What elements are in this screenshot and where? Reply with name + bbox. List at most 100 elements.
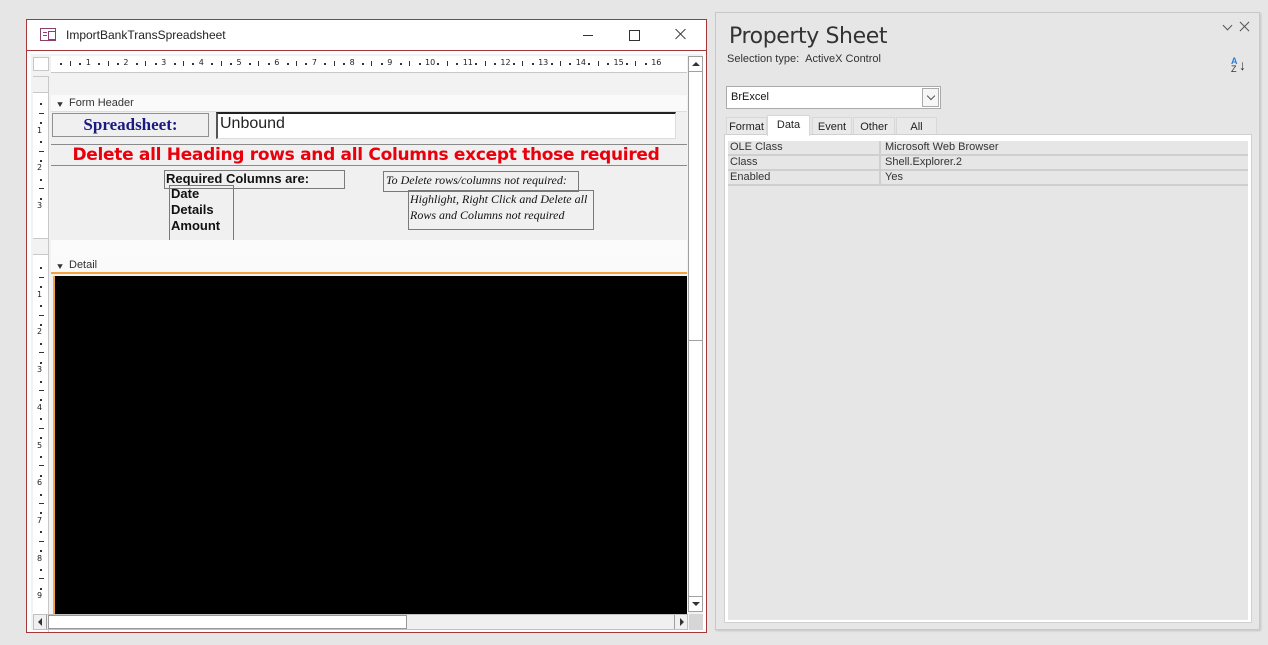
detail-selector[interactable] bbox=[33, 238, 48, 255]
ruler-tick bbox=[39, 503, 44, 505]
scroll-up-arrow-icon[interactable] bbox=[689, 57, 702, 72]
selection-type-label: Selection type: bbox=[727, 53, 800, 65]
sort-az-icon[interactable]: A Z ↓ bbox=[1230, 56, 1250, 76]
ruler-tick bbox=[371, 61, 373, 66]
object-selector-dropdown[interactable]: BrExcel bbox=[726, 86, 941, 109]
horizontal-scrollbar[interactable] bbox=[33, 614, 688, 630]
instructions-label[interactable]: Highlight, Right Click and Delete all Ro… bbox=[408, 190, 594, 230]
scroll-right-arrow-icon[interactable] bbox=[674, 615, 687, 629]
property-value[interactable]: Yes bbox=[883, 171, 1248, 184]
ruler-tick bbox=[418, 63, 421, 65]
ruler-tick bbox=[220, 61, 222, 66]
property-row[interactable]: Enabled Yes bbox=[728, 171, 1248, 186]
ruler-tick bbox=[531, 63, 534, 65]
ruler-tick bbox=[569, 63, 572, 65]
to-delete-label[interactable]: To Delete rows/columns not required: bbox=[383, 171, 579, 192]
vertical-scrollbar[interactable] bbox=[688, 56, 703, 612]
maximize-button[interactable] bbox=[614, 23, 654, 47]
property-value[interactable]: Shell.Explorer.2 bbox=[883, 156, 1248, 169]
ruler-tick bbox=[211, 63, 214, 65]
header-bottom-area bbox=[51, 240, 687, 257]
property-name: Class bbox=[728, 156, 881, 169]
ruler-tick bbox=[399, 63, 402, 65]
ruler-label: 7 bbox=[311, 58, 317, 67]
chevron-down-icon[interactable] bbox=[922, 88, 939, 107]
property-row[interactable]: OLE Class Microsoft Web Browser bbox=[728, 141, 1248, 156]
ruler-tick bbox=[40, 361, 42, 364]
ruler-tick bbox=[39, 276, 44, 278]
form-header-selector[interactable] bbox=[33, 76, 48, 93]
ruler-label: 4 bbox=[37, 402, 43, 412]
property-row[interactable]: Class Shell.Explorer.2 bbox=[728, 156, 1248, 171]
activex-web-browser-control[interactable] bbox=[53, 276, 687, 614]
ruler-label: 6 bbox=[274, 58, 280, 67]
property-name: Enabled bbox=[728, 171, 881, 184]
spreadsheet-label[interactable]: Spreadsheet: bbox=[52, 113, 209, 137]
ruler-tick bbox=[40, 286, 42, 289]
detail-body bbox=[51, 276, 687, 614]
ruler-tick bbox=[40, 267, 42, 270]
form-selector[interactable] bbox=[33, 57, 49, 71]
ruler-label: 8 bbox=[37, 553, 43, 563]
ruler-tick bbox=[484, 61, 486, 66]
ruler-tick bbox=[230, 63, 233, 65]
ruler-tick bbox=[296, 61, 298, 66]
minimize-button[interactable] bbox=[567, 23, 607, 47]
form-header-section-bar[interactable]: ⯆ Form Header bbox=[51, 95, 687, 112]
close-icon[interactable] bbox=[1238, 20, 1252, 34]
property-value[interactable]: Microsoft Web Browser bbox=[883, 141, 1248, 154]
tab-format[interactable]: Format bbox=[726, 117, 767, 135]
ruler-tick bbox=[79, 63, 82, 65]
horizontal-scroll-thumb[interactable] bbox=[48, 615, 407, 629]
ruler-tick bbox=[333, 61, 335, 66]
ruler-tick bbox=[40, 569, 42, 572]
required-columns-list[interactable]: Date Details Amount bbox=[169, 185, 234, 244]
divider-line[interactable] bbox=[51, 165, 687, 166]
horizontal-ruler[interactable]: 1 2 3 4 5 6 7 8 9 10 11 12 13 14 15 16 bbox=[51, 56, 687, 73]
unbound-textbox[interactable]: Unbound bbox=[216, 112, 676, 139]
ruler-tick bbox=[39, 540, 44, 542]
ruler-tick bbox=[40, 141, 42, 144]
ruler-tick bbox=[192, 63, 195, 65]
ruler-label: 11 bbox=[462, 58, 473, 67]
ruler-tick bbox=[154, 63, 157, 65]
tab-event[interactable]: Event bbox=[812, 117, 852, 135]
ruler-tick bbox=[40, 531, 42, 534]
ruler-tick bbox=[39, 314, 44, 316]
chevron-down-icon[interactable] bbox=[1221, 21, 1235, 35]
tab-all[interactable]: All bbox=[896, 117, 937, 135]
ruler-tick bbox=[597, 61, 599, 66]
ruler-label: 2 bbox=[37, 327, 43, 337]
scroll-left-arrow-icon[interactable] bbox=[34, 615, 47, 629]
ruler-tick bbox=[39, 112, 44, 114]
ruler-tick bbox=[305, 63, 308, 65]
ruler-tick bbox=[446, 61, 448, 66]
close-button[interactable] bbox=[660, 23, 700, 47]
ruler-tick bbox=[40, 305, 42, 308]
warning-label[interactable]: Delete all Heading rows and all Columns … bbox=[51, 145, 681, 165]
tab-other[interactable]: Other bbox=[853, 117, 895, 135]
scroll-down-arrow-icon[interactable] bbox=[689, 596, 702, 611]
scrollbar-corner bbox=[689, 614, 703, 630]
ruler-tick bbox=[98, 63, 101, 65]
ruler-tick bbox=[362, 63, 365, 65]
ruler-label: 10 bbox=[425, 58, 436, 67]
title-bar[interactable]: ImportBankTransSpreadsheet bbox=[27, 20, 706, 51]
form-header-body: Spreadsheet: Unbound Delete all Heading … bbox=[51, 112, 687, 257]
ruler-tick bbox=[380, 63, 383, 65]
ruler-tick bbox=[173, 63, 176, 65]
detail-section-bar[interactable]: ⯆ Detail bbox=[51, 257, 687, 274]
ruler-tick bbox=[493, 63, 496, 65]
ruler-tick bbox=[40, 550, 42, 553]
vertical-scroll-thumb[interactable] bbox=[689, 73, 702, 341]
vertical-ruler[interactable]: 1 2 3 1 2 3 4 5 6 7 8 9 bbox=[33, 76, 49, 632]
ruler-tick bbox=[135, 63, 138, 65]
instruction-line: Highlight, Right Click and Delete all bbox=[410, 192, 588, 206]
design-area: 1 2 3 4 5 6 7 8 9 10 11 12 13 14 15 16 123123456789 ⯆ F… bbox=[31, 54, 703, 632]
tab-data[interactable]: Data bbox=[767, 115, 810, 136]
ruler-label: 3 bbox=[161, 58, 167, 67]
ruler-tick bbox=[107, 61, 109, 66]
ruler-tick bbox=[40, 323, 42, 326]
ruler-tick bbox=[40, 159, 42, 162]
ruler-label: 4 bbox=[198, 58, 204, 67]
